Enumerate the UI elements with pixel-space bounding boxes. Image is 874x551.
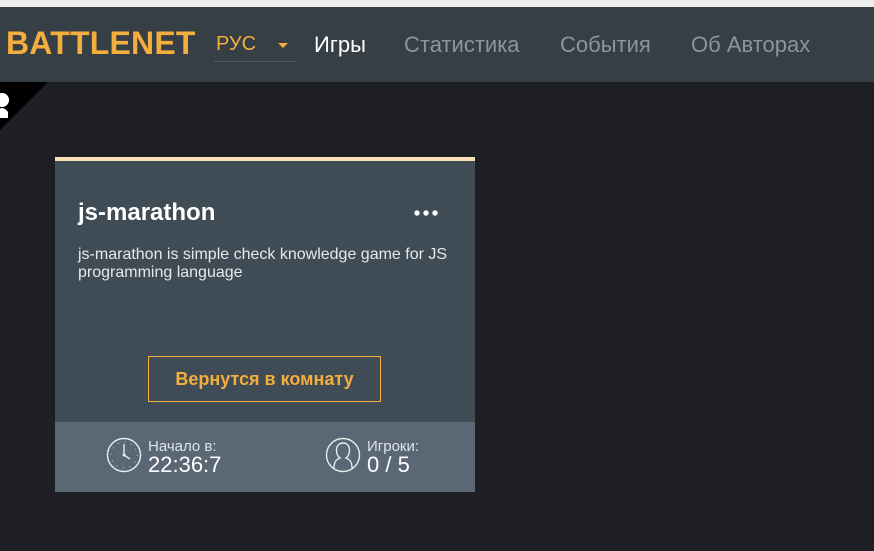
chevron-down-icon [278, 43, 288, 48]
user-icon [325, 437, 361, 478]
logo[interactable]: BATTLENET [6, 25, 196, 62]
return-to-room-button[interactable]: Вернутся в комнату [148, 356, 381, 402]
nav-item-about-authors[interactable]: Об Авторах [691, 32, 810, 58]
start-time-value: 22:36:7 [148, 452, 222, 477]
navbar: BATTLENET РУС Игры Статистика События Об… [0, 7, 874, 82]
card-description: js-marathon is simple check knowledge ga… [78, 246, 448, 281]
nav-item-events[interactable]: События [560, 32, 651, 58]
players-value: 0 / 5 [367, 452, 410, 477]
card-title: js-marathon [78, 199, 216, 226]
more-horizontal-icon[interactable] [413, 205, 441, 221]
language-select[interactable]: РУС [214, 28, 295, 62]
github-corner-icon[interactable] [0, 82, 48, 130]
nav-item-games[interactable]: Игры [314, 32, 366, 58]
language-selected-value: РУС [216, 33, 257, 55]
nav-item-statistics[interactable]: Статистика [404, 32, 520, 58]
game-card: js-marathon js-marathon is simple check … [55, 157, 475, 492]
clock-icon [106, 437, 142, 478]
card-footer: Начало в: 22:36:7 Игроки: 0 / 5 [55, 422, 475, 492]
browser-top-strip [0, 0, 874, 7]
